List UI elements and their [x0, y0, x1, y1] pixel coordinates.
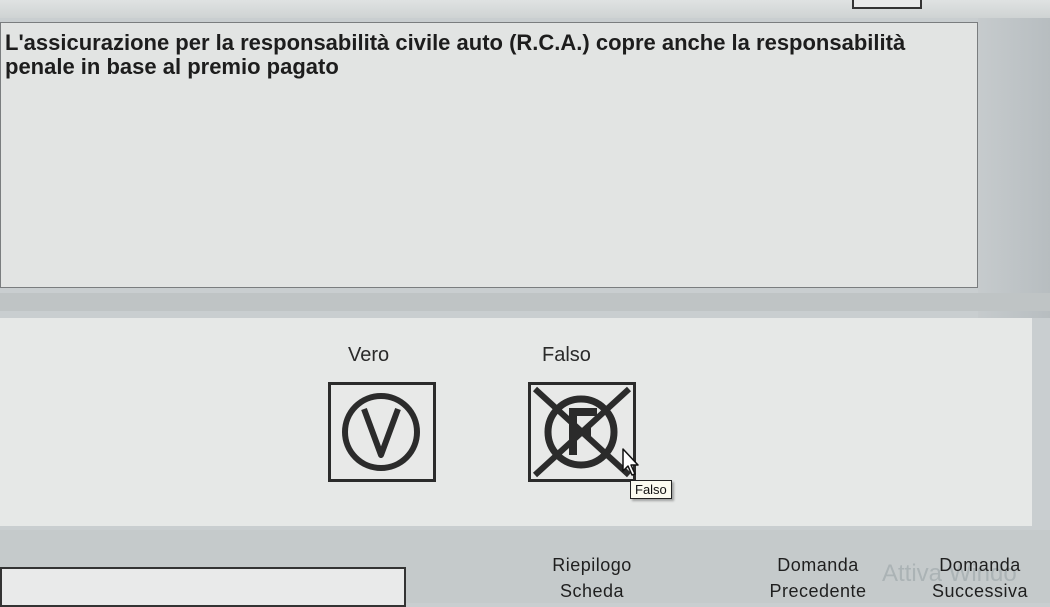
false-button[interactable]: [528, 382, 636, 482]
separator-bar: [0, 293, 1050, 311]
true-button[interactable]: [328, 382, 436, 482]
f-crossed-icon: [532, 386, 632, 478]
status-box: [0, 567, 406, 607]
riepilogo-label: Riepilogo: [552, 555, 632, 575]
previous-question-button[interactable]: Domanda Precedente: [740, 552, 896, 604]
next-question-button[interactable]: Domanda Successiva: [912, 552, 1048, 604]
domanda-successiva-label-2: Successiva: [931, 581, 1029, 601]
question-text: L'assicurazione per la responsabilità ci…: [5, 30, 906, 79]
domanda-successiva-label-1: Domanda: [939, 555, 1021, 575]
true-label: Vero: [348, 344, 390, 366]
domanda-precedente-label-1: Domanda: [777, 555, 859, 575]
tooltip: Falso: [630, 480, 672, 499]
scheda-label: Scheda: [559, 581, 625, 601]
top-right-box: [852, 0, 922, 9]
mouse-cursor-icon: [622, 448, 639, 476]
riepilogo-scheda-button[interactable]: Riepilogo Scheda: [512, 552, 672, 604]
question-panel: L'assicurazione per la responsabilità ci…: [0, 22, 978, 288]
right-side-panel: [978, 18, 1050, 318]
answer-panel: [0, 318, 1032, 526]
v-circle-icon: [342, 393, 420, 471]
domanda-precedente-label-2: Precedente: [769, 581, 867, 601]
false-label: Falso: [542, 344, 591, 366]
